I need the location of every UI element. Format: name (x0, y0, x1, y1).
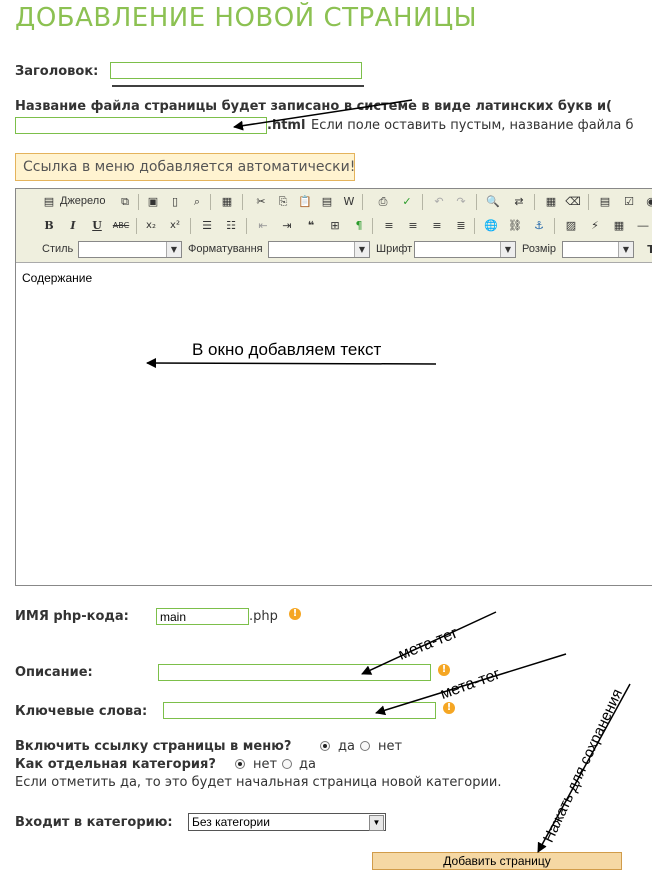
annotation-overlay (112, 85, 631, 853)
editor-annotation: В окно добавляем текст (192, 340, 382, 359)
filename-arrow (233, 99, 413, 131)
editor-arrow (146, 358, 437, 369)
